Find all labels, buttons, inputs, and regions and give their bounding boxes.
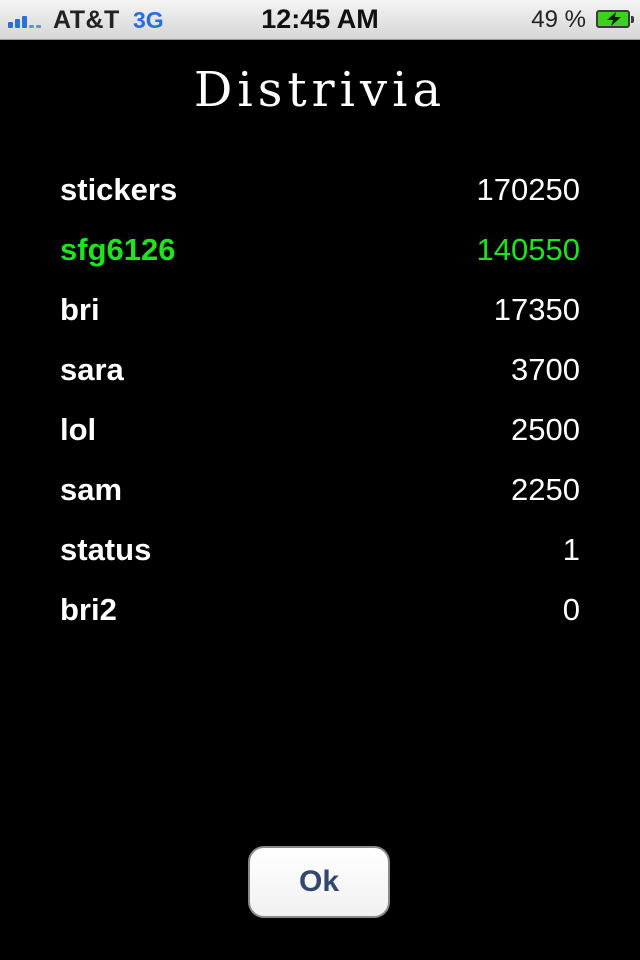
player-score: 17350 xyxy=(493,292,580,327)
player-name: stickers xyxy=(60,172,178,207)
leaderboard-row: bri 17350 xyxy=(60,280,580,340)
leaderboard-row-current-player: sfg6126 140550 xyxy=(60,220,580,280)
battery-percent: 49 % xyxy=(531,6,586,33)
leaderboard-row: stickers 170250 xyxy=(60,160,580,220)
player-score: 1 xyxy=(562,532,580,567)
app-screen: AT&T 3G 12:45 AM 49 % Distrivia stickers… xyxy=(0,0,640,960)
app-title: Distrivia xyxy=(193,62,447,118)
leaderboard-row: bri2 0 xyxy=(60,580,580,640)
player-score: 3700 xyxy=(511,352,580,387)
player-name: sfg6126 xyxy=(60,232,176,267)
player-name: sara xyxy=(60,352,124,387)
player-score: 0 xyxy=(562,592,580,627)
player-score: 170250 xyxy=(476,172,580,207)
leaderboard-row: sam 2250 xyxy=(60,460,580,520)
player-score: 140550 xyxy=(476,232,580,267)
leaderboard-list: stickers 170250 sfg6126 140550 bri 17350… xyxy=(60,160,580,640)
player-name: sam xyxy=(60,472,123,507)
player-name: status xyxy=(60,532,152,567)
leaderboard-row: lol 2500 xyxy=(60,400,580,460)
status-bar: AT&T 3G 12:45 AM 49 % xyxy=(0,0,640,40)
ok-button[interactable]: Ok xyxy=(248,846,390,918)
leaderboard-row: sara 3700 xyxy=(60,340,580,400)
player-score: 2500 xyxy=(511,412,580,447)
leaderboard-row: status 1 xyxy=(60,520,580,580)
player-name: bri2 xyxy=(60,592,117,627)
battery-charging-icon xyxy=(596,10,634,28)
player-name: bri xyxy=(60,292,100,327)
player-score: 2250 xyxy=(511,472,580,507)
player-name: lol xyxy=(60,412,97,447)
